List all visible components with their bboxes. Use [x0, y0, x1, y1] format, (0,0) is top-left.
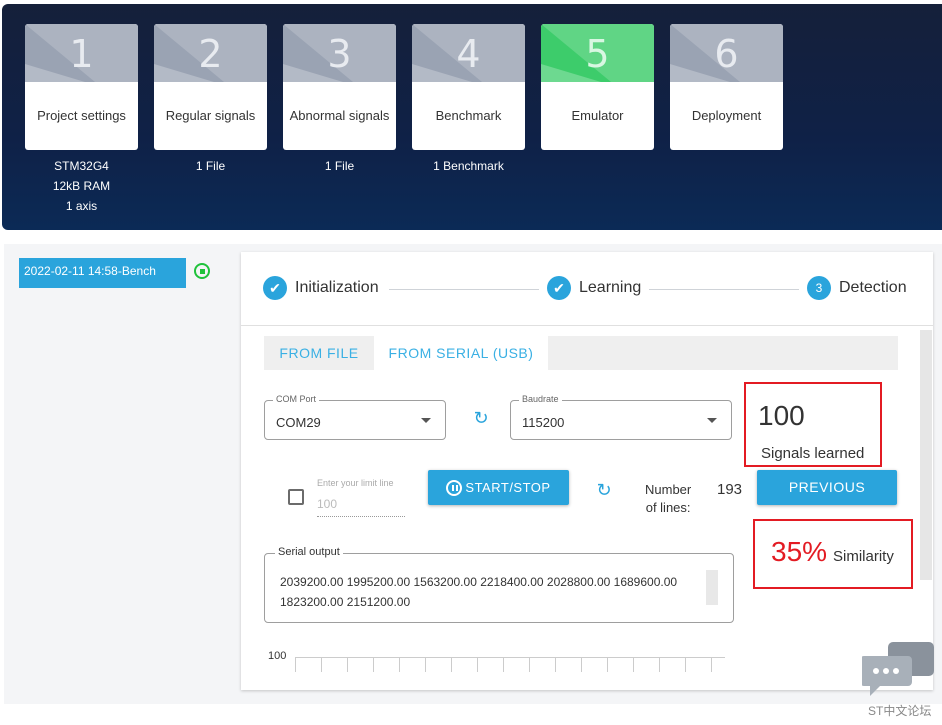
step-card-1[interactable]: 1 Project settings — [25, 24, 138, 150]
step-number: 6 — [714, 32, 739, 76]
benchmark-item[interactable]: 2022-02-11 14:58-Bench — [19, 258, 186, 288]
chart-grid-tick — [295, 658, 296, 672]
chart-grid-tick — [607, 658, 608, 672]
step-card-4[interactable]: 4 Benchmark — [412, 24, 525, 150]
chart-grid-tick — [425, 658, 426, 672]
chat-bubble-icon[interactable] — [862, 642, 934, 698]
tab-from-file[interactable]: FROM FILE — [264, 336, 374, 370]
chevron-down-icon — [707, 418, 717, 423]
stepper-initialization: ✔ Initialization — [263, 276, 379, 300]
chart-y-tick: 100 — [268, 650, 287, 662]
similarity-label: Similarity — [833, 548, 894, 565]
similarity-value: 35% — [771, 536, 828, 567]
divider — [241, 325, 933, 326]
pause-circle-icon — [446, 479, 463, 496]
number-of-lines-value: 193 — [717, 481, 743, 498]
label-line: Number — [645, 482, 692, 497]
stepper-connector — [649, 289, 799, 290]
refresh-icon[interactable]: ↻ — [595, 482, 613, 500]
source-tabs: FROM FILE FROM SERIAL (USB) — [264, 336, 898, 370]
start-stop-label: START/STOP — [465, 480, 551, 495]
field-label: Baudrate — [519, 394, 562, 404]
step-card-5[interactable]: 5 Emulator — [541, 24, 654, 150]
step-card-6[interactable]: 6 Deployment — [670, 24, 783, 150]
chart-axis — [295, 657, 725, 672]
step-info: 1 File — [154, 156, 267, 176]
chart-grid-tick — [555, 658, 556, 672]
chart-grid-tick — [477, 658, 478, 672]
baudrate-select[interactable]: Baudrate 115200 — [510, 394, 732, 440]
step-info: 1 File — [283, 156, 396, 176]
field-value: COM29 — [276, 415, 321, 430]
stepper-connector — [389, 289, 539, 290]
step-number: 4 — [456, 32, 481, 76]
progress-stepper: ✔ Initialization ✔ Learning 3 Detection — [241, 252, 933, 326]
stepper-detection: 3 Detection — [807, 276, 907, 300]
signals-learned-value: 100 — [758, 400, 805, 431]
field-label: COM Port — [273, 394, 320, 404]
serial-output-text: 2039200.00 1995200.00 1563200.00 2218400… — [280, 575, 678, 609]
stop-circle-icon[interactable] — [194, 263, 210, 279]
step-label: Deployment — [691, 108, 762, 123]
step-card-2[interactable]: 2 Regular signals — [154, 24, 267, 150]
chart-grid-tick — [633, 658, 634, 672]
previous-button[interactable]: PREVIOUS — [757, 470, 897, 505]
watermark: ST中文论坛 — [868, 704, 932, 718]
stepper-label: Learning — [579, 279, 642, 296]
step-card-3[interactable]: 3 Abnormal signals — [283, 24, 396, 150]
chart-grid-tick — [373, 658, 374, 672]
step-info-line: STM32G4 — [54, 159, 109, 173]
step-label: Abnormal signals — [289, 108, 390, 123]
chart-grid-tick — [711, 658, 712, 672]
number-of-lines-label: Number of lines: — [645, 481, 691, 517]
step-label: Benchmark — [435, 108, 502, 123]
step-number: 5 — [585, 32, 610, 76]
label-line: of lines: — [645, 500, 691, 515]
chart-grid-tick — [451, 658, 452, 672]
step-info-line: 1 Benchmark — [433, 159, 504, 173]
chart-grid-tick — [659, 658, 660, 672]
start-stop-button[interactable]: START/STOP — [428, 470, 569, 505]
step-info-line: 1 File — [324, 159, 355, 173]
chart-grid-tick — [581, 658, 582, 672]
step-number: 2 — [198, 32, 223, 76]
step-label: Regular signals — [165, 108, 256, 123]
limit-line-checkbox[interactable] — [288, 489, 304, 505]
signals-learned-label: Signals learned — [761, 445, 865, 462]
step-info-line: 12kB RAM — [52, 179, 111, 193]
stepper-label: Initialization — [295, 279, 379, 296]
step-info: STM32G4 12kB RAM 1 axis — [25, 156, 138, 216]
chart-grid-tick — [399, 658, 400, 672]
field-value: 115200 — [522, 415, 565, 430]
benchmark-sidebar: 2022-02-11 14:58-Bench — [4, 244, 232, 704]
com-port-select[interactable]: COM Port COM29 — [264, 394, 446, 440]
chart-grid-tick — [347, 658, 348, 672]
chart-grid-tick — [321, 658, 322, 672]
limit-line-label: Enter your limit line — [317, 478, 394, 488]
step-info: 1 Benchmark — [412, 156, 525, 176]
chart-grid-tick — [529, 658, 530, 672]
step-number: 1 — [69, 32, 94, 76]
chart-grid-tick — [503, 658, 504, 672]
check-icon: ✔ — [547, 276, 571, 300]
step-label: Project settings — [37, 108, 126, 123]
step-number-badge: 3 — [807, 276, 831, 300]
limit-line-input[interactable]: 100 — [317, 497, 405, 517]
step-label: Emulator — [571, 108, 624, 123]
step-number: 3 — [327, 32, 352, 76]
scrollbar[interactable] — [920, 330, 932, 580]
field-label: Serial output — [275, 546, 343, 558]
refresh-icon[interactable]: ↻ — [472, 410, 490, 428]
tab-from-serial[interactable]: FROM SERIAL (USB) — [374, 336, 548, 370]
chart-grid-tick — [685, 658, 686, 672]
stepper-learning: ✔ Learning — [547, 276, 641, 300]
stepper-label: Detection — [839, 279, 907, 296]
chevron-down-icon — [421, 418, 431, 423]
step-info-line: 1 File — [195, 159, 226, 173]
step-info-line: 1 axis — [65, 199, 98, 213]
check-icon: ✔ — [263, 276, 287, 300]
serial-output-field[interactable]: Serial output 2039200.00 1995200.00 1563… — [264, 546, 734, 623]
scrollbar[interactable] — [706, 570, 718, 605]
